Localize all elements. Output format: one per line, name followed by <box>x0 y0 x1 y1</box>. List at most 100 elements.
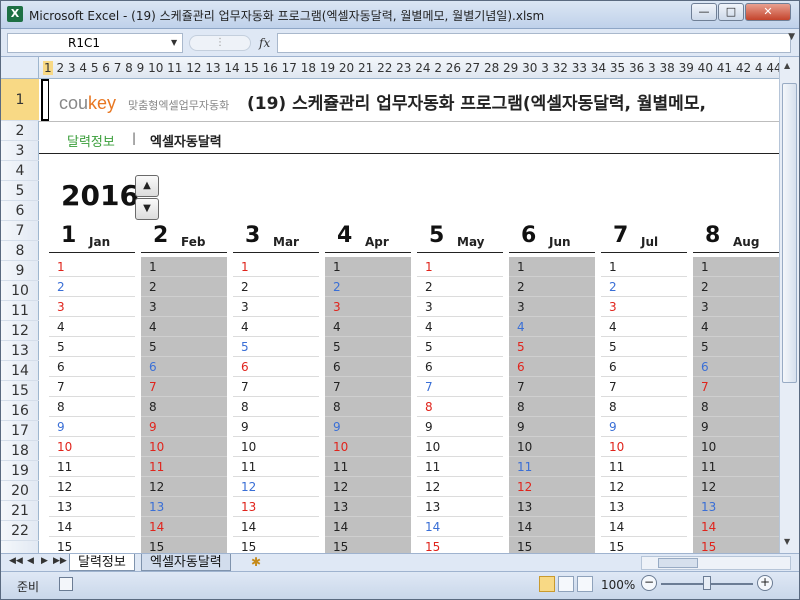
day-cell[interactable]: 13 <box>693 497 779 517</box>
row-header[interactable]: 5 <box>1 181 39 201</box>
day-cell[interactable]: 8 <box>601 397 687 417</box>
day-cell[interactable]: 5 <box>601 337 687 357</box>
day-cell[interactable]: 15 <box>141 537 227 553</box>
day-cell[interactable]: 13 <box>233 497 319 517</box>
row-header[interactable]: 1 <box>1 79 39 121</box>
day-cell[interactable]: 3 <box>233 297 319 317</box>
day-cell[interactable]: 4 <box>509 317 595 337</box>
day-cell[interactable]: 3 <box>141 297 227 317</box>
day-cell[interactable]: 15 <box>325 537 411 553</box>
day-cell[interactable]: 4 <box>233 317 319 337</box>
scroll-thumb[interactable] <box>658 558 698 568</box>
day-cell[interactable]: 7 <box>417 377 503 397</box>
day-cell[interactable]: 13 <box>417 497 503 517</box>
day-cell[interactable]: 9 <box>601 417 687 437</box>
day-cell[interactable]: 15 <box>509 537 595 553</box>
day-cell[interactable]: 2 <box>509 277 595 297</box>
day-cell[interactable]: 14 <box>417 517 503 537</box>
year-down-button[interactable]: ▼ <box>135 198 159 220</box>
day-cell[interactable]: 10 <box>141 437 227 457</box>
day-cell[interactable]: 14 <box>509 517 595 537</box>
day-cell[interactable]: 1 <box>509 257 595 277</box>
day-cell[interactable]: 3 <box>417 297 503 317</box>
zoom-in-button[interactable]: + <box>757 575 773 591</box>
page-layout-view-icon[interactable] <box>558 576 574 592</box>
row-header[interactable]: 3 <box>1 141 39 161</box>
day-cell[interactable]: 8 <box>693 397 779 417</box>
day-cell[interactable]: 12 <box>141 477 227 497</box>
day-cell[interactable]: 9 <box>49 417 135 437</box>
day-cell[interactable]: 11 <box>141 457 227 477</box>
day-cell[interactable]: 10 <box>49 437 135 457</box>
year-up-button[interactable]: ▲ <box>135 175 159 197</box>
day-cell[interactable]: 3 <box>49 297 135 317</box>
row-headers[interactable]: 1 2 3 4 5 6 7 8 9 10 11 12 13 14 15 16 17 18 19 20 21 22 <box>1 79 39 553</box>
day-cell[interactable]: 9 <box>233 417 319 437</box>
row-header[interactable]: 19 <box>1 461 39 481</box>
sheet-tab-calendar-info[interactable]: 달력정보 <box>69 554 135 571</box>
normal-view-icon[interactable] <box>539 576 555 592</box>
day-cell[interactable]: 4 <box>141 317 227 337</box>
day-cell[interactable]: 6 <box>141 357 227 377</box>
day-cell[interactable]: 3 <box>325 297 411 317</box>
day-cell[interactable]: 11 <box>417 457 503 477</box>
select-all-corner[interactable] <box>1 57 39 79</box>
day-cell[interactable]: 7 <box>693 377 779 397</box>
day-cell[interactable]: 8 <box>325 397 411 417</box>
day-cell[interactable]: 3 <box>601 297 687 317</box>
day-cell[interactable]: 12 <box>601 477 687 497</box>
active-cell[interactable] <box>41 79 49 121</box>
day-cell[interactable]: 11 <box>601 457 687 477</box>
row-header[interactable]: 20 <box>1 481 39 501</box>
last-sheet-icon[interactable]: ▶▶ <box>53 556 67 566</box>
row-header[interactable]: 17 <box>1 421 39 441</box>
next-sheet-icon[interactable]: ▶ <box>41 556 48 566</box>
column-header-selected[interactable]: 1 <box>43 61 53 75</box>
day-cell[interactable]: 12 <box>325 477 411 497</box>
day-cell[interactable]: 7 <box>325 377 411 397</box>
day-cell[interactable]: 9 <box>693 417 779 437</box>
day-cell[interactable]: 5 <box>509 337 595 357</box>
day-cell[interactable]: 5 <box>141 337 227 357</box>
row-header[interactable]: 13 <box>1 341 39 361</box>
day-cell[interactable]: 4 <box>417 317 503 337</box>
row-header[interactable]: 10 <box>1 281 39 301</box>
day-cell[interactable]: 15 <box>49 537 135 553</box>
day-cell[interactable]: 1 <box>233 257 319 277</box>
day-cell[interactable]: 2 <box>141 277 227 297</box>
day-cell[interactable]: 5 <box>49 337 135 357</box>
day-cell[interactable]: 1 <box>693 257 779 277</box>
day-cell[interactable]: 7 <box>233 377 319 397</box>
minimize-button[interactable]: — <box>691 3 717 21</box>
day-cell[interactable]: 2 <box>693 277 779 297</box>
day-cell[interactable]: 14 <box>325 517 411 537</box>
row-header[interactable]: 14 <box>1 361 39 381</box>
insert-function-icon[interactable]: fx <box>259 36 270 50</box>
day-cell[interactable]: 2 <box>233 277 319 297</box>
day-cell[interactable]: 11 <box>49 457 135 477</box>
day-cell[interactable]: 11 <box>509 457 595 477</box>
insert-sheet-icon[interactable]: ✱ <box>251 555 261 569</box>
day-cell[interactable]: 8 <box>141 397 227 417</box>
day-cell[interactable]: 14 <box>233 517 319 537</box>
day-cell[interactable]: 14 <box>693 517 779 537</box>
day-cell[interactable]: 8 <box>509 397 595 417</box>
prev-sheet-icon[interactable]: ◀ <box>27 556 34 566</box>
zoom-level[interactable]: 100% <box>601 578 635 592</box>
day-cell[interactable]: 5 <box>693 337 779 357</box>
day-cell[interactable]: 11 <box>325 457 411 477</box>
day-cell[interactable]: 13 <box>509 497 595 517</box>
day-cell[interactable]: 6 <box>325 357 411 377</box>
day-cell[interactable]: 6 <box>509 357 595 377</box>
day-cell[interactable]: 10 <box>509 437 595 457</box>
day-cell[interactable]: 6 <box>417 357 503 377</box>
row-header[interactable]: 9 <box>1 261 39 281</box>
day-cell[interactable]: 1 <box>601 257 687 277</box>
day-cell[interactable]: 8 <box>233 397 319 417</box>
day-cell[interactable]: 7 <box>49 377 135 397</box>
row-header[interactable]: 2 <box>1 121 39 141</box>
day-cell[interactable]: 6 <box>233 357 319 377</box>
macro-record-icon[interactable] <box>59 577 73 591</box>
day-cell[interactable]: 1 <box>49 257 135 277</box>
day-cell[interactable]: 5 <box>417 337 503 357</box>
